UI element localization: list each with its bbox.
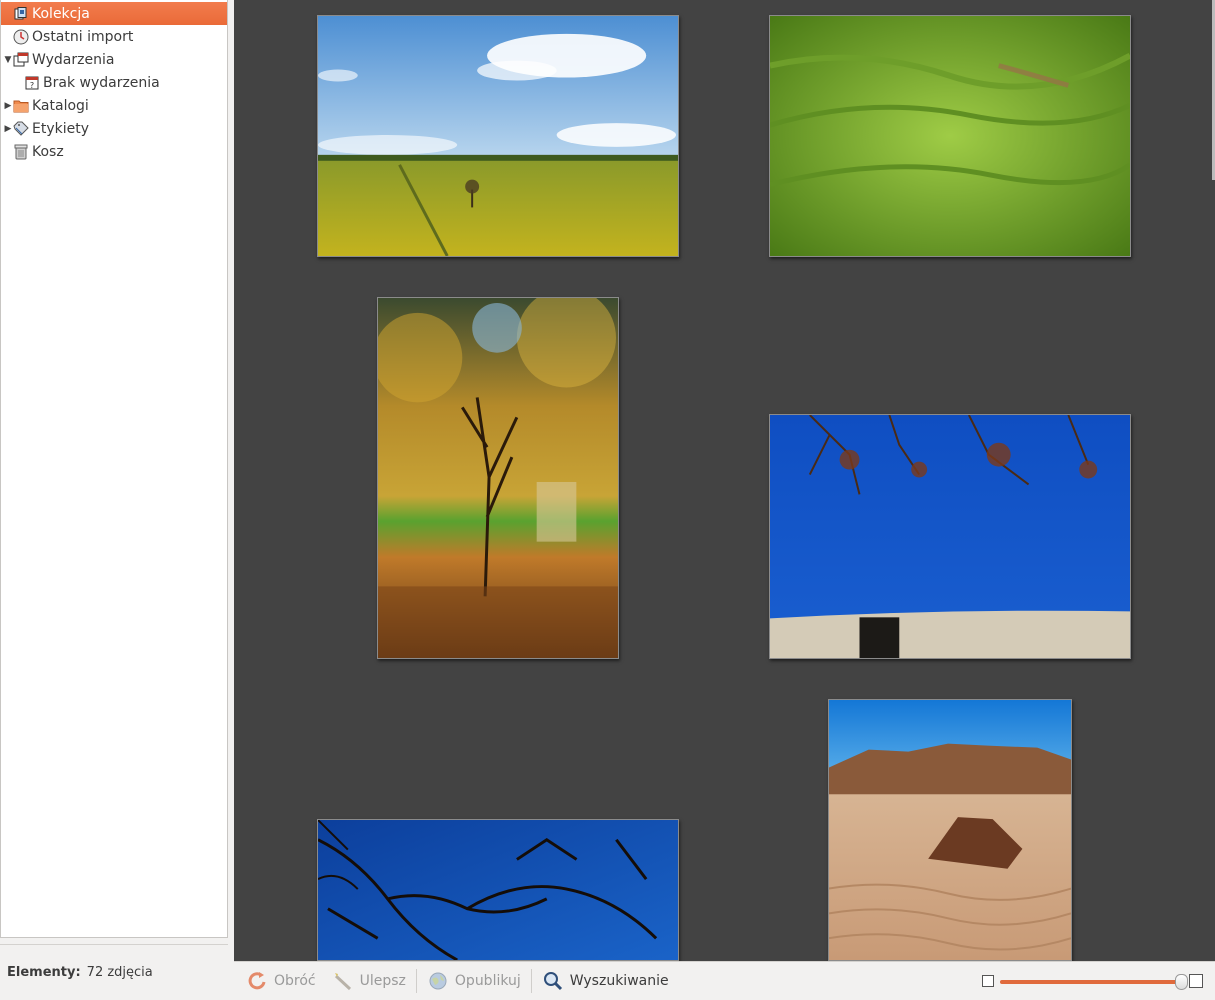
toolbar-separator: [530, 969, 532, 993]
photo-thumbnail[interactable]: [317, 15, 679, 257]
photo-thumbnail[interactable]: [317, 819, 679, 961]
toolbar-separator: [415, 969, 417, 993]
sidebar-item-katalogi[interactable]: ▶ Katalogi: [1, 94, 227, 117]
tag-icon: [13, 121, 29, 137]
magic-wand-icon: [332, 970, 354, 992]
search-label: Wyszukiwanie: [569, 973, 669, 989]
sidebar-item-brak-wydarzenia[interactable]: ? Brak wydarzenia: [1, 71, 227, 94]
sidebar-item-etykiety[interactable]: ▶ Etykiety: [1, 117, 227, 140]
sidebar-item-label: Wydarzenia: [32, 51, 115, 68]
sidebar-item-kosz[interactable]: Kosz: [1, 140, 227, 163]
last-import-icon: [13, 29, 29, 45]
search-icon: [542, 970, 564, 992]
enhance-label: Ulepsz: [359, 973, 406, 989]
zoom-handle[interactable]: [1175, 974, 1189, 990]
sidebar-item-label: Kosz: [32, 143, 64, 160]
zoom-in-icon[interactable]: [1189, 974, 1203, 988]
bottom-toolbar: Obróć Ulepsz Opublikuj Wyszukiwanie: [234, 961, 1215, 1000]
photo-thumbnail[interactable]: [377, 297, 619, 659]
rotate-icon: [246, 970, 268, 992]
globe-icon: [427, 970, 449, 992]
photo-thumbnail[interactable]: [769, 15, 1131, 257]
zoom-out-icon[interactable]: [982, 975, 994, 987]
status-panel: Elementy: 72 zdjęcia: [0, 944, 228, 1000]
rotate-button[interactable]: Obróć: [238, 966, 324, 996]
photo-grid[interactable]: [234, 0, 1215, 961]
sidebar-item-label: Kolekcja: [32, 5, 90, 22]
expander-open-icon[interactable]: ▼: [3, 55, 13, 65]
items-count-label: Elementy:: [7, 965, 81, 980]
items-count-value: 72 zdjęcia: [86, 965, 153, 980]
sidebar-item-kolekcja[interactable]: Kolekcja: [1, 2, 227, 25]
trash-icon: [13, 144, 29, 160]
publish-button[interactable]: Opublikuj: [419, 966, 529, 996]
zoom-slider[interactable]: [980, 972, 1205, 992]
sidebar: Kolekcja Ostatni import ▼ Wydarzenia ? B…: [0, 0, 228, 938]
no-event-icon: ?: [24, 75, 40, 91]
photo-thumbnail[interactable]: [828, 699, 1072, 961]
zoom-track[interactable]: [1000, 980, 1185, 984]
photo-thumbnail[interactable]: [769, 414, 1131, 659]
sidebar-item-label: Katalogi: [32, 97, 89, 114]
library-icon: [13, 6, 29, 22]
events-icon: [13, 52, 29, 68]
sidebar-item-label: Etykiety: [32, 120, 90, 137]
rotate-label: Obróć: [274, 973, 316, 989]
svg-text:?: ?: [30, 81, 34, 90]
expander-closed-icon[interactable]: ▶: [3, 101, 13, 111]
sidebar-item-label: Brak wydarzenia: [43, 74, 160, 91]
search-button[interactable]: Wyszukiwanie: [534, 966, 677, 996]
folder-icon: [13, 98, 29, 114]
sidebar-item-label: Ostatni import: [32, 28, 134, 45]
publish-label: Opublikuj: [454, 973, 521, 989]
expander-closed-icon[interactable]: ▶: [3, 124, 13, 134]
sidebar-item-wydarzenia[interactable]: ▼ Wydarzenia: [1, 48, 227, 71]
enhance-button[interactable]: Ulepsz: [324, 966, 414, 996]
sidebar-item-ostatni-import[interactable]: Ostatni import: [1, 25, 227, 48]
